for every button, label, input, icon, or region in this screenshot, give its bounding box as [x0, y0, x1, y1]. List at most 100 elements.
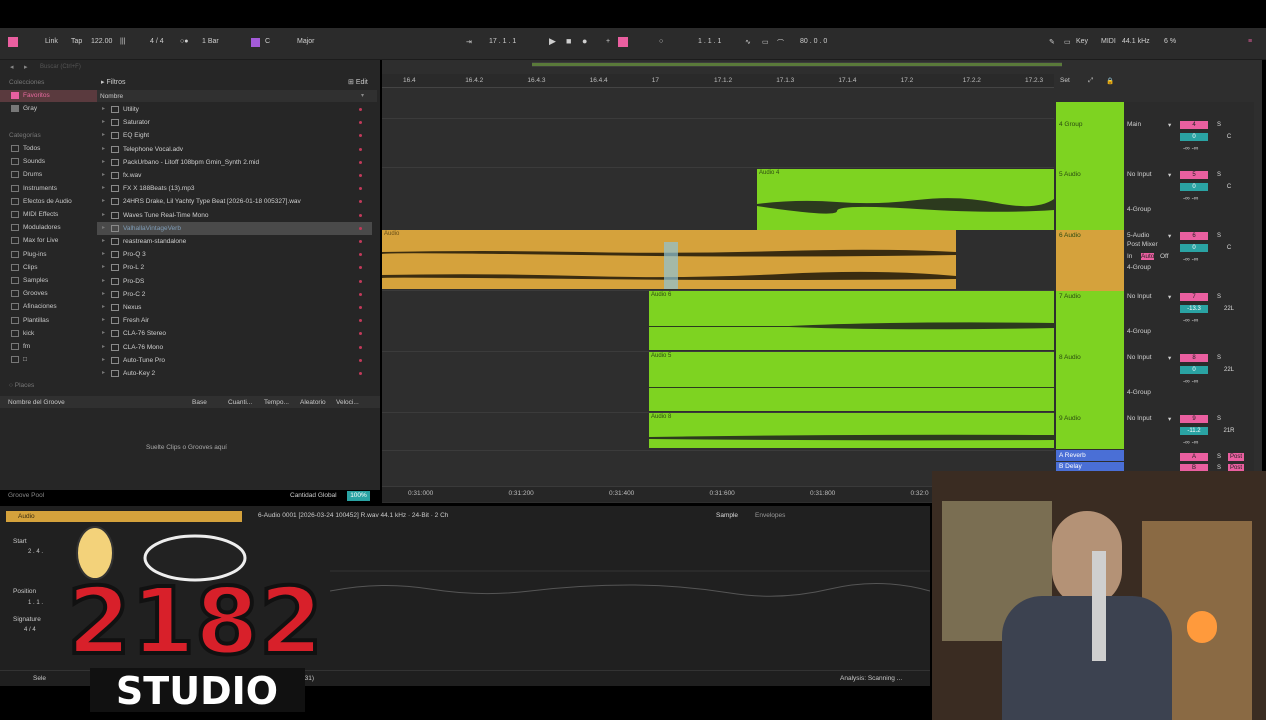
chevron-down-icon[interactable]: ▾ — [1168, 415, 1171, 423]
expand-icon[interactable]: ▸ — [102, 182, 105, 195]
chevron-down-icon[interactable]: ▾ — [1168, 293, 1171, 301]
sidebar-item-category[interactable]: Sounds — [0, 156, 97, 168]
draw-mode-icon[interactable] — [618, 37, 628, 47]
global-amount-field[interactable]: 100% — [347, 491, 370, 501]
scale-select[interactable]: Major — [297, 38, 315, 45]
monitor-off-button[interactable]: Off — [1160, 253, 1169, 260]
solo-button[interactable]: S — [1214, 354, 1224, 362]
track-activator-button[interactable]: 8 — [1180, 354, 1208, 362]
groove-column-header[interactable]: Aleatorio — [300, 399, 326, 406]
scale-mode-icon[interactable] — [251, 38, 260, 47]
expand-icon[interactable]: ▸ — [102, 116, 105, 129]
pan-field[interactable]: 22L — [1222, 305, 1236, 313]
file-list-item[interactable]: ▸ Pro-C 2 — [97, 288, 372, 301]
punch-icon[interactable]: ∿ — [745, 38, 751, 46]
pan-field[interactable]: 22L — [1222, 366, 1236, 374]
stop-icon[interactable]: ■ — [566, 36, 571, 46]
solo-button[interactable]: S — [1214, 171, 1224, 179]
tap-button[interactable]: Tap — [71, 38, 82, 45]
post-button[interactable]: Post — [1228, 453, 1244, 461]
volume-field[interactable]: -13.3 — [1180, 305, 1208, 313]
file-list-item[interactable]: ▸ Auto-Tune Pro — [97, 354, 372, 367]
metronome-icon[interactable]: ○● — [180, 38, 188, 45]
key-icon[interactable]: ▭ — [1064, 38, 1071, 46]
expand-icon[interactable]: ▸ — [102, 156, 105, 169]
track-name[interactable]: 8 Audio — [1059, 354, 1081, 361]
expand-icon[interactable]: ▸ — [102, 248, 105, 261]
quantize-select[interactable]: 1 Bar — [202, 38, 219, 45]
sidebar-item-category[interactable]: Clips — [0, 262, 97, 274]
audio-clip-audio5[interactable]: Audio 5 — [649, 352, 1054, 411]
expand-icon[interactable]: ▸ — [102, 235, 105, 248]
sidebar-item-category[interactable]: Drums — [0, 169, 97, 181]
beat-ruler[interactable]: 16.4 16.4.2 16.4.3 16.4.4 17 17.1.2 17.1.3 17.1… — [382, 74, 1054, 88]
file-list-item[interactable]: ▸ EQ Eight — [97, 129, 372, 142]
sidebar-item-category[interactable]: Plantillas — [0, 315, 97, 327]
expand-icon[interactable]: ▸ — [102, 354, 105, 367]
time-selection[interactable] — [664, 242, 678, 289]
monitor-auto-button[interactable]: Auto — [1141, 253, 1155, 260]
sidebar-item-category[interactable]: Todos — [0, 143, 97, 155]
track-activator-button[interactable]: 5 — [1180, 171, 1208, 179]
sidebar-item-category[interactable]: MIDI Effects — [0, 209, 97, 221]
curve-icon[interactable]: ⌒ — [777, 38, 784, 48]
track-name[interactable]: A Reverb — [1059, 452, 1086, 459]
lock-icon[interactable]: 🔒 — [1106, 77, 1114, 85]
file-list-item[interactable]: ▸ reastream-standalone — [97, 235, 372, 248]
loop-icon[interactable]: ○ — [659, 38, 663, 45]
tab-envelopes[interactable]: Envelopes — [755, 512, 785, 519]
expand-icon[interactable]: ▸ — [102, 367, 105, 380]
track-name[interactable]: 9 Audio — [1059, 415, 1081, 422]
time-signature-field[interactable]: 4 / 4 — [150, 38, 164, 45]
file-list-item[interactable]: ▸ fx.wav — [97, 169, 372, 182]
pan-field[interactable]: C — [1222, 183, 1236, 191]
tab-sample[interactable]: Sample — [716, 512, 738, 519]
forward-icon[interactable]: ▸ — [24, 63, 28, 71]
track-header-audio6[interactable] — [1056, 230, 1124, 291]
expand-icon[interactable]: ▸ — [102, 195, 105, 208]
track-activator-button[interactable]: 4 — [1180, 121, 1208, 129]
solo-button[interactable]: S — [1214, 415, 1224, 423]
track-activator-button[interactable]: 9 — [1180, 415, 1208, 423]
search-input[interactable]: Buscar (Ctrl+F) — [40, 64, 81, 70]
volume-field[interactable]: 0 — [1180, 366, 1208, 374]
pan-field[interactable]: C — [1222, 244, 1236, 252]
file-list-item[interactable]: ▸ Auto-Key 2 — [97, 367, 372, 380]
file-list-item[interactable]: ▸ ValhallaVintageVerb — [97, 221, 372, 235]
groove-column-header[interactable]: Cuanti... — [228, 399, 252, 406]
track-name[interactable]: 7 Audio — [1059, 293, 1081, 300]
expand-icon[interactable]: ⤢ — [1088, 77, 1093, 85]
expand-icon[interactable]: ▸ — [102, 129, 105, 142]
back-icon[interactable]: ◂ — [10, 63, 14, 71]
track-activator-button[interactable]: 7 — [1180, 293, 1208, 301]
key-map-button[interactable]: Key — [1076, 38, 1088, 45]
file-list-item[interactable]: ▸ 24HRS Drake, Lil Yachty Type Beat [2026… — [97, 195, 372, 208]
volume-field[interactable]: 0 — [1180, 183, 1208, 191]
signature-field[interactable]: 4 / 4 — [24, 627, 36, 633]
track-name[interactable]: B Delay — [1059, 463, 1082, 470]
sidebar-item-category[interactable]: Grooves — [0, 288, 97, 300]
sidebar-item-category[interactable]: kick — [0, 328, 97, 340]
nudge-icon[interactable]: ||| — [120, 38, 125, 45]
sidebar-item-favoritos[interactable]: Favoritos — [0, 90, 97, 102]
input-select[interactable]: Main — [1127, 121, 1141, 128]
monitor-in-button[interactable]: In — [1127, 253, 1132, 260]
expand-icon[interactable]: ▸ — [102, 143, 105, 156]
file-list-item[interactable]: ▸ Telephone Vocal.adv — [97, 143, 372, 156]
input-select[interactable]: No Input — [1127, 293, 1152, 300]
song-position-field[interactable]: 17 . 1 . 1 — [489, 38, 516, 45]
play-icon[interactable]: ▶ — [549, 36, 556, 47]
file-list-item[interactable]: ▸ CLA-76 Stereo — [97, 327, 372, 340]
add-icon[interactable]: + — [606, 38, 610, 45]
expand-icon[interactable]: ▸ — [102, 209, 105, 222]
audio-clip-audio8[interactable]: Audio 8 — [649, 413, 1054, 448]
record-icon[interactable]: ● — [582, 36, 587, 46]
volume-field[interactable]: 0 — [1180, 133, 1208, 141]
chevron-down-icon[interactable]: ▾ — [1168, 171, 1171, 179]
volume-field[interactable]: 0 — [1180, 244, 1208, 252]
sample-waveform[interactable] — [330, 551, 930, 631]
output-select[interactable]: 4-Group — [1127, 328, 1151, 335]
tempo-field[interactable]: 122.00 — [91, 38, 112, 45]
sidebar-item-category[interactable]: Moduladores — [0, 222, 97, 234]
expand-icon[interactable]: ▸ — [102, 301, 105, 314]
